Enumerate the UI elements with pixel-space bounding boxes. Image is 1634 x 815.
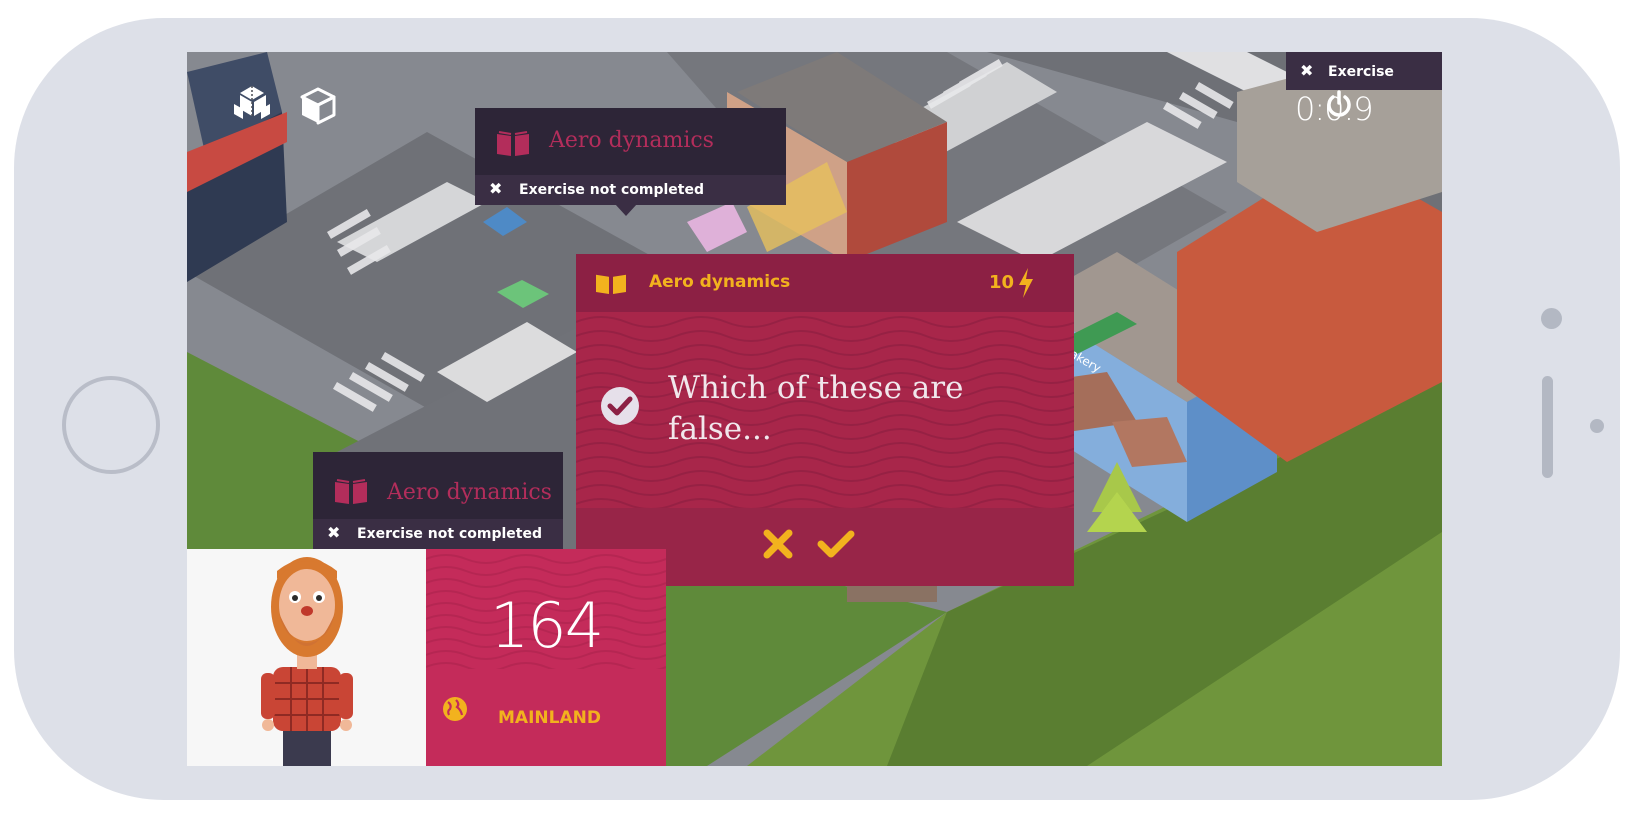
popup-status-bar: ✖ Exercise not completed: [475, 175, 786, 205]
score-panel: 164 MAINLAND: [426, 549, 666, 766]
checkmark-icon[interactable]: [817, 528, 855, 560]
book-icon: [595, 273, 627, 294]
question-header: Aero dynamics 10: [576, 254, 1074, 312]
bearded-man-avatar: [261, 557, 353, 766]
popup-pointer: [615, 204, 637, 216]
question-points: 10: [989, 272, 1015, 293]
game-screen: Bakery 0:0:9 ✖ Exercise Aero dynamics ✖ …: [187, 52, 1442, 766]
power-icon[interactable]: [1325, 90, 1353, 118]
player-avatar-panel[interactable]: [187, 549, 426, 766]
sensor-dot: [1590, 419, 1604, 433]
close-icon: ✖: [327, 523, 341, 542]
popup-status-bar: ✖ Exercise not completed: [313, 519, 563, 549]
globe-icon: [443, 697, 467, 721]
close-icon[interactable]: [762, 528, 794, 560]
exercise-popup[interactable]: Aero dynamics ✖ Exercise not completed: [313, 452, 563, 549]
popup-status: Exercise not completed: [519, 182, 704, 198]
speaker-slot: [1542, 376, 1553, 478]
blocks-icon[interactable]: [231, 82, 273, 124]
popup-title: Aero dynamics: [549, 128, 714, 153]
cube-icon[interactable]: [298, 86, 338, 126]
question-topic: Aero dynamics: [649, 272, 791, 292]
question-card: Aero dynamics 10 Which of these are fals…: [576, 254, 1074, 586]
popup-status: Exercise not completed: [357, 526, 542, 542]
exercise-popup-partial[interactable]: ✖ Exercise: [1286, 52, 1442, 90]
close-icon: ✖: [489, 179, 503, 198]
region-label: MAINLAND: [498, 708, 601, 728]
checkmark-circle-icon[interactable]: [600, 386, 640, 426]
score-value: 164: [489, 589, 604, 662]
popup-title: Aero dynamics: [387, 480, 552, 505]
home-button[interactable]: [62, 376, 160, 474]
close-icon: ✖: [1300, 61, 1314, 80]
lightning-icon: [1019, 268, 1033, 298]
exercise-popup[interactable]: Aero dynamics ✖ Exercise not completed: [475, 108, 786, 216]
book-icon: [335, 479, 367, 504]
question-text: Which of these are false...: [668, 370, 964, 447]
popup-status: Exercise: [1328, 64, 1394, 80]
book-icon: [497, 131, 529, 156]
camera-dot: [1541, 308, 1562, 329]
